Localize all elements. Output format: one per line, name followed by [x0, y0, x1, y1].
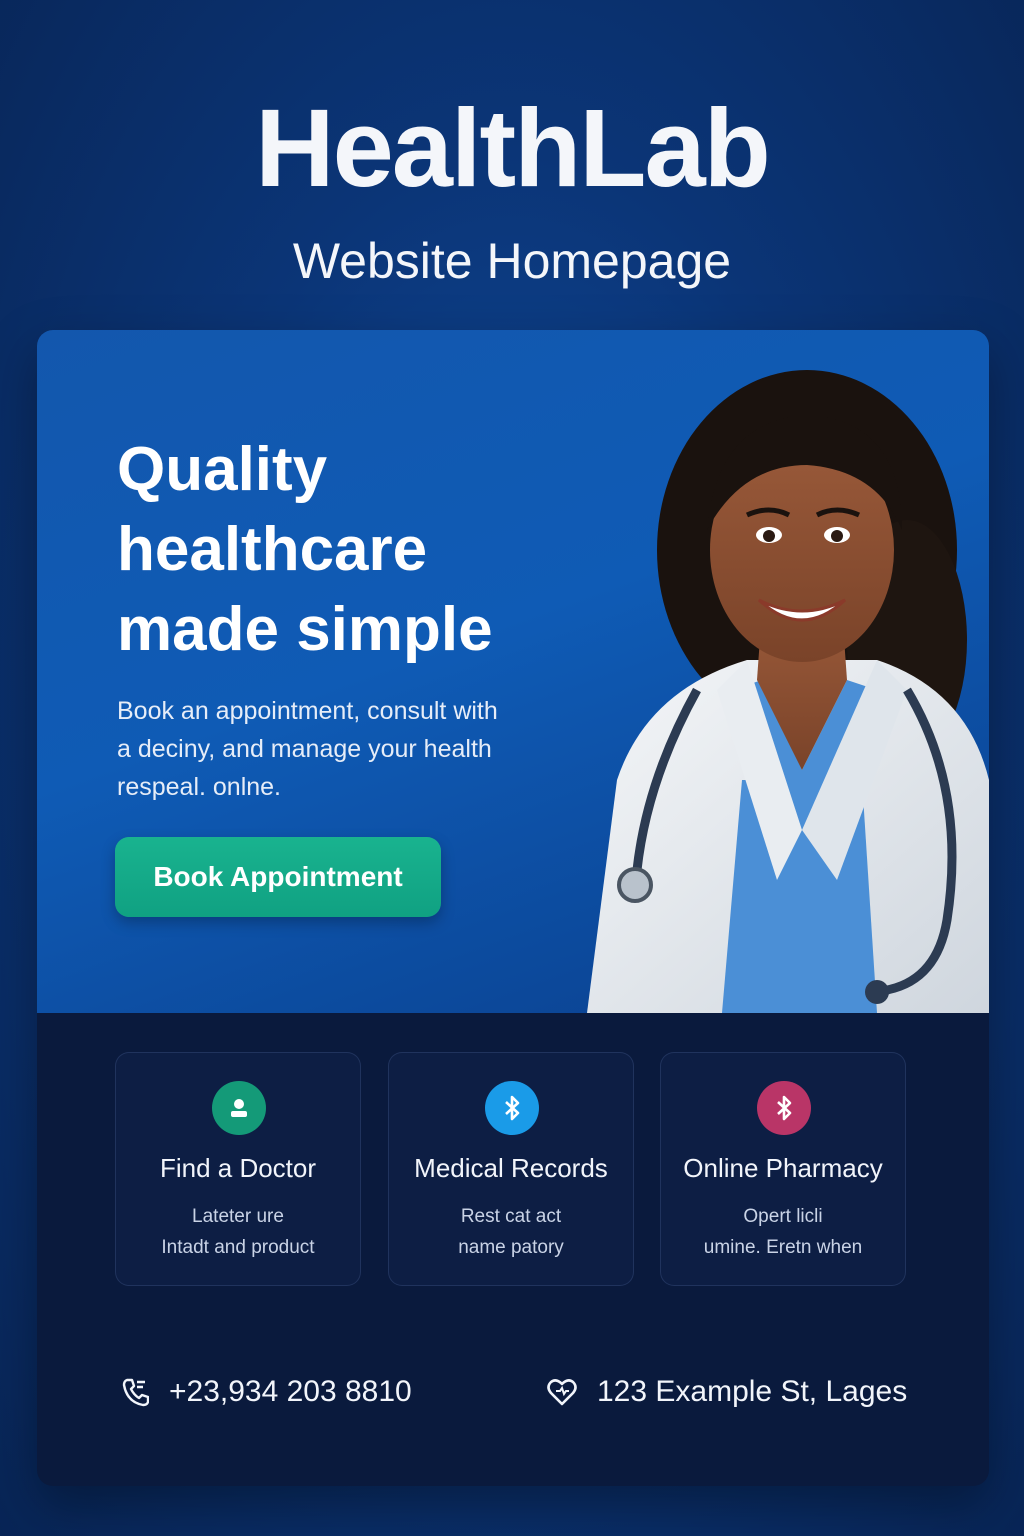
hero-heading-line: made simple: [117, 595, 493, 664]
service-card-medical-records[interactable]: Medical Records Rest cat act name patory: [388, 1052, 634, 1286]
bluetooth-icon: [757, 1081, 811, 1135]
service-description: Rest cat act name patory: [389, 1201, 633, 1263]
hero-description: Book an appointment, consult with a deci…: [117, 692, 557, 806]
page-title: HealthLab: [255, 87, 771, 210]
doctor-photo: [587, 370, 989, 1013]
service-description-line: Opert licli: [743, 1206, 823, 1227]
service-card-find-doctor[interactable]: Find a Doctor Lateter ure Intadt and pro…: [115, 1052, 361, 1286]
service-description-line: umine. Eretn when: [703, 1237, 863, 1258]
hero-description-line: Book an appointment, consult with: [117, 697, 498, 725]
bluetooth-icon: [485, 1081, 539, 1135]
service-description-line: Lateter ure: [192, 1206, 284, 1227]
hero-heading-line: Quality: [117, 435, 328, 504]
service-title: Online Pharmacy: [683, 1153, 883, 1183]
service-description: Lateter ure Intadt and product: [116, 1201, 360, 1263]
hero-section: Quality healthcare made simple Book an a…: [37, 330, 989, 1013]
service-title: Medical Records: [414, 1153, 608, 1183]
heart-icon: [547, 1379, 577, 1406]
phone-number: +23,934 203 8810: [169, 1375, 412, 1408]
contact-address[interactable]: 123 Example St, Lages: [547, 1370, 907, 1414]
hero-description-line: respeal. onlne.: [117, 773, 282, 801]
service-card-online-pharmacy[interactable]: Online Pharmacy Opert licli umine. Eretn…: [660, 1052, 906, 1286]
hero-heading-line: healthcare: [117, 515, 428, 584]
address-text: 123 Example St, Lages: [597, 1375, 908, 1408]
phone-icon: [122, 1378, 149, 1407]
homepage-card: Quality healthcare made simple Book an a…: [37, 330, 989, 1486]
book-appointment-button[interactable]: Book Appointment: [115, 837, 441, 917]
contact-phone[interactable]: +23,934 203 8810: [121, 1370, 412, 1414]
service-title: Find a Doctor: [159, 1153, 317, 1183]
page-subtitle: Website Homepage: [292, 233, 732, 289]
user-icon: [212, 1081, 266, 1135]
service-description-line: Rest cat act: [460, 1206, 562, 1227]
service-description-line: name patory: [458, 1237, 564, 1258]
service-description: Opert licli umine. Eretn when: [661, 1201, 905, 1263]
hero-description-line: a deciny, and manage your health: [117, 735, 492, 763]
services-row: Find a Doctor Lateter ure Intadt and pro…: [115, 1052, 907, 1288]
service-description-line: Intadt and product: [161, 1237, 315, 1258]
hero-heading: Quality healthcare made simple: [117, 430, 587, 670]
